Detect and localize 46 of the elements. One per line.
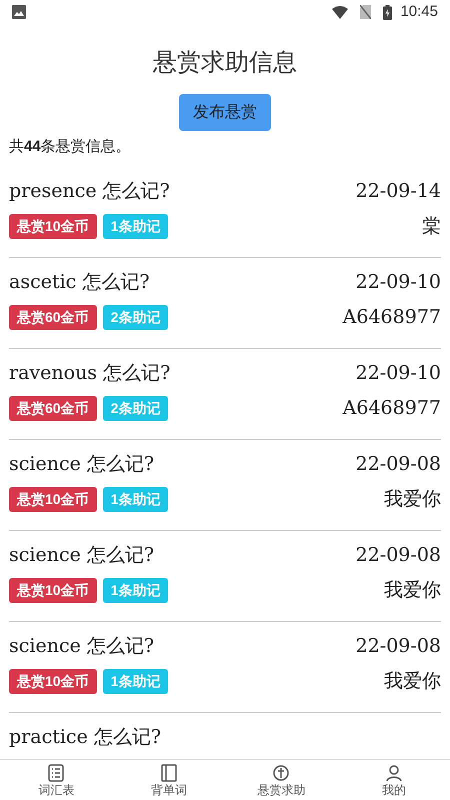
question-title[interactable]: presence 怎么记?	[9, 176, 170, 206]
question-title[interactable]: ascetic 怎么记?	[9, 268, 150, 296]
publish-button[interactable]: 发布悬赏	[179, 94, 271, 131]
notes-count-badge: 1条助记	[102, 214, 168, 238]
nav-tab[interactable]: 悬赏求助	[225, 760, 338, 800]
reward-badge: 悬赏60金币	[9, 304, 97, 330]
battery-charging-icon	[383, 4, 392, 20]
clock-time: 10:45	[400, 2, 438, 22]
nav-tab[interactable]: 词汇表	[0, 760, 112, 800]
question-title[interactable]: science 怎么记?	[9, 540, 154, 570]
reward-badge: 悬赏10金币	[9, 578, 97, 602]
author-name: A6468977	[342, 396, 441, 421]
notes-count-badge: 1条助记	[102, 668, 168, 694]
page-title: 悬赏求助信息	[152, 48, 298, 78]
book-icon	[158, 763, 179, 783]
reward-badge: 悬赏10金币	[9, 486, 97, 512]
question-title[interactable]: practice 怎么记?	[9, 722, 162, 752]
summary-text: 共44条悬赏信息。	[8, 137, 132, 157]
nav-tab[interactable]: 背单词	[112, 760, 225, 800]
post-date: 22-09-08	[356, 634, 441, 659]
person-icon	[384, 763, 404, 783]
author-name: 棠	[422, 214, 441, 239]
author-name: 我爱你	[384, 578, 441, 603]
nav-tab[interactable]: 我的	[338, 760, 450, 800]
notes-count-badge: 2条助记	[102, 304, 168, 330]
wifi-icon	[332, 6, 348, 18]
question-title[interactable]: science 怎么记?	[9, 450, 154, 478]
author-name: 我爱你	[384, 668, 441, 694]
post-date: 22-09-10	[356, 270, 441, 295]
notes-count-badge: 1条助记	[102, 486, 168, 512]
reward-badge: 悬赏10金币	[9, 214, 97, 238]
author-name: 我爱你	[384, 486, 441, 512]
post-date: 22-09-10	[356, 360, 441, 386]
post-date: 22-09-08	[356, 452, 441, 477]
notes-count-badge: 2条助记	[102, 396, 168, 420]
no-sim-icon	[360, 5, 372, 19]
question-title[interactable]: ravenous 怎么记?	[9, 358, 170, 388]
post-date: 22-09-08	[356, 542, 441, 568]
image-icon	[12, 5, 26, 19]
reward-badge: 悬赏10金币	[9, 668, 97, 694]
notes-count-badge: 1条助记	[102, 578, 168, 602]
list-icon	[46, 763, 66, 783]
post-date: 22-09-14	[356, 178, 441, 204]
author-name: A6468977	[342, 304, 441, 330]
reward-badge: 悬赏60金币	[9, 396, 97, 420]
question-title[interactable]: science 怎么记?	[9, 632, 154, 660]
